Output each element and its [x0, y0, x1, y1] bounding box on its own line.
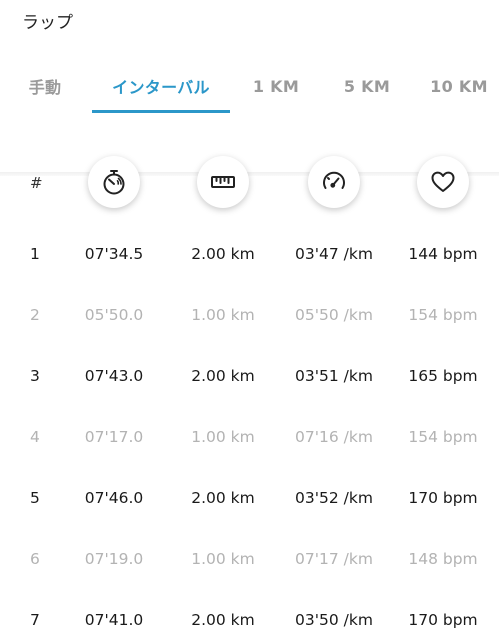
- lap-time: 07'41.0: [84, 611, 144, 629]
- lap-pace: 05'50 /km: [295, 306, 373, 324]
- page-title: ラップ: [22, 13, 73, 33]
- lap-row[interactable]: 1 07'34.5 2.00 km 03'47 /km 144 bpm: [0, 225, 499, 286]
- lap-time: 07'34.5: [84, 245, 144, 263]
- lap-row[interactable]: 2 05'50.0 1.00 km 05'50 /km 154 bpm: [0, 286, 499, 347]
- lap-distance: 2.00 km: [191, 245, 255, 263]
- lap-number: 2: [30, 306, 40, 324]
- heart-icon: [431, 171, 455, 192]
- lap-number: 5: [30, 489, 40, 507]
- pace-column-header[interactable]: [308, 156, 360, 208]
- lap-distance: 1.00 km: [191, 550, 255, 568]
- lap-number: 3: [30, 367, 40, 385]
- lap-number: 4: [30, 428, 40, 446]
- lap-distance: 2.00 km: [191, 489, 255, 507]
- lap-pace: 03'50 /km: [295, 611, 373, 629]
- lap-pace: 03'51 /km: [295, 367, 373, 385]
- tab-bar: 手動 インターバル 1 KM 5 KM 10 KM: [0, 58, 499, 176]
- distance-column-header[interactable]: [197, 156, 249, 208]
- ruler-icon: [211, 176, 235, 188]
- active-tab-indicator: [92, 110, 230, 113]
- lap-distance: 2.00 km: [191, 367, 255, 385]
- lap-number: 7: [30, 611, 40, 629]
- lap-pace: 03'47 /km: [295, 245, 373, 263]
- lap-time: 07'19.0: [84, 550, 144, 568]
- lap-heart-rate: 154 bpm: [408, 306, 478, 324]
- lap-pace: 03'52 /km: [295, 489, 373, 507]
- lap-number: 6: [30, 550, 40, 568]
- lap-distance: 1.00 km: [191, 428, 255, 446]
- tab-10km[interactable]: 10 KM: [424, 58, 494, 114]
- lap-time: 07'46.0: [84, 489, 144, 507]
- lap-distance: 1.00 km: [191, 306, 255, 324]
- tab-5km[interactable]: 5 KM: [334, 58, 400, 114]
- lap-table-header: #: [0, 156, 499, 214]
- lap-heart-rate: 144 bpm: [408, 245, 478, 263]
- lap-row[interactable]: 6 07'19.0 1.00 km 07'17 /km 148 bpm: [0, 530, 499, 591]
- lap-distance: 2.00 km: [191, 611, 255, 629]
- lap-row[interactable]: 7 07'41.0 2.00 km 03'50 /km 170 bpm: [0, 591, 499, 640]
- lap-number: 1: [30, 245, 40, 263]
- stopwatch-icon: [103, 170, 125, 195]
- lap-time: 07'17.0: [84, 428, 144, 446]
- lap-heart-rate: 165 bpm: [408, 367, 478, 385]
- lap-heart-rate: 154 bpm: [408, 428, 478, 446]
- lap-heart-rate: 170 bpm: [408, 611, 478, 629]
- lap-pace: 07'16 /km: [295, 428, 373, 446]
- tab-manual[interactable]: 手動: [14, 58, 76, 114]
- lap-row[interactable]: 5 07'46.0 2.00 km 03'52 /km 170 bpm: [0, 469, 499, 530]
- lap-heart-rate: 148 bpm: [408, 550, 478, 568]
- lap-number-header: #: [30, 174, 43, 192]
- lap-heart-rate: 170 bpm: [408, 489, 478, 507]
- heart-rate-column-header[interactable]: [417, 156, 469, 208]
- tab-1km[interactable]: 1 KM: [244, 58, 308, 114]
- speedometer-icon: [323, 171, 345, 189]
- lap-time: 07'43.0: [84, 367, 144, 385]
- time-column-header[interactable]: [88, 156, 140, 208]
- lap-pace: 07'17 /km: [295, 550, 373, 568]
- lap-row[interactable]: 4 07'17.0 1.00 km 07'16 /km 154 bpm: [0, 408, 499, 469]
- tab-interval[interactable]: インターバル: [92, 58, 230, 114]
- lap-time: 05'50.0: [84, 306, 144, 324]
- lap-row[interactable]: 3 07'43.0 2.00 km 03'51 /km 165 bpm: [0, 347, 499, 408]
